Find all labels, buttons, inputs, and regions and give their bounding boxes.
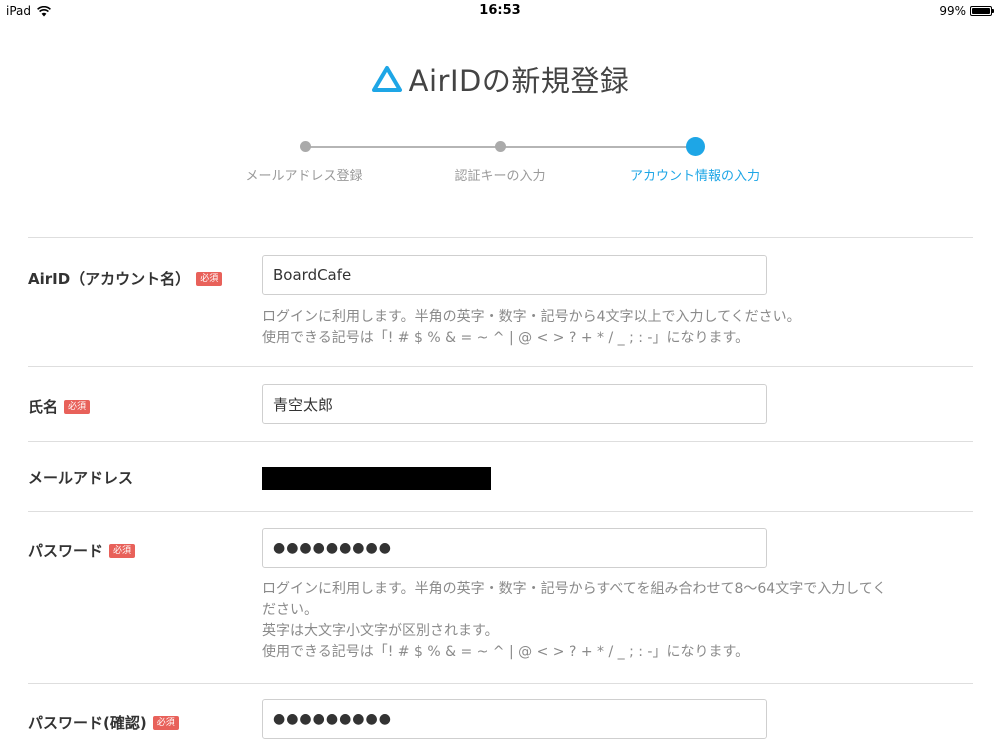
required-badge: 必須 bbox=[152, 715, 179, 730]
form-row-password: パスワード 必須 ●●●●●●●●● ログインに利用します。半角の英字・数字・記… bbox=[28, 511, 973, 683]
triangle-logo-icon bbox=[371, 66, 402, 92]
airid-label: AirID（アカウント名） 必須 bbox=[28, 268, 223, 289]
battery-level bbox=[972, 8, 990, 14]
airid-hint-line-1: ログインに利用します。半角の英字・数字・記号から4文字以上で入力してください。 bbox=[262, 309, 801, 325]
password-hint-line-4: 使用できる記号は「! # $ % & = ~ ^ | @ < > ? + * /… bbox=[262, 644, 750, 660]
page-title: AirIDの新規登録 bbox=[0, 58, 1000, 100]
form-row-email: メールアドレス bbox=[28, 441, 973, 511]
status-bar-right: 99% bbox=[939, 4, 994, 18]
name-label-text: 氏名 bbox=[28, 398, 59, 416]
password-hint-line-2: ださい。 bbox=[262, 602, 318, 618]
status-bar: iPad 16:53 99% bbox=[0, 0, 1000, 22]
battery-percent: 99% bbox=[939, 4, 966, 18]
stepper-line-2 bbox=[501, 146, 696, 148]
step-label-email: メールアドレス登録 bbox=[245, 169, 363, 184]
email-label: メールアドレス bbox=[28, 467, 133, 488]
step-dot-email bbox=[300, 141, 311, 152]
battery-icon bbox=[970, 6, 994, 16]
password-hint: ログインに利用します。半角の英字・数字・記号からすべてを組み合わせて8〜64文字… bbox=[262, 579, 967, 663]
page-title-text: AirIDの新規登録 bbox=[408, 64, 630, 98]
password-label-text: パスワード bbox=[28, 542, 104, 560]
airid-label-text: AirID（アカウント名） bbox=[28, 270, 191, 288]
stepper-line-1 bbox=[305, 146, 501, 148]
password-confirm-label: パスワード(確認) 必須 bbox=[28, 712, 179, 733]
required-badge: 必須 bbox=[109, 543, 136, 558]
name-label: 氏名 必須 bbox=[28, 396, 91, 417]
password-hint-line-3: 英字は大文字小文字が区別されます。 bbox=[262, 623, 499, 639]
password-input[interactable]: ●●●●●●●●● bbox=[262, 528, 767, 568]
step-dot-auth-key bbox=[495, 141, 506, 152]
airid-input[interactable]: BoardCafe bbox=[262, 255, 767, 295]
email-label-text: メールアドレス bbox=[28, 469, 134, 487]
password-confirm-input[interactable]: ●●●●●●●●● bbox=[262, 699, 767, 739]
email-value-redacted bbox=[262, 467, 491, 490]
password-label: パスワード 必須 bbox=[28, 540, 136, 561]
step-label-account-info: アカウント情報の入力 bbox=[629, 169, 761, 184]
password-hint-line-1: ログインに利用します。半角の英字・数字・記号からすべてを組み合わせて8〜64文字… bbox=[262, 581, 887, 597]
status-bar-time: 16:53 bbox=[479, 3, 521, 18]
form-row-password-confirm: パスワード(確認) 必須 ●●●●●●●●● bbox=[28, 683, 973, 754]
required-badge: 必須 bbox=[196, 271, 223, 286]
step-label-auth-key: 認証キーの入力 bbox=[454, 169, 546, 184]
form-row-name: 氏名 必須 青空太郎 bbox=[28, 366, 973, 441]
airid-hint: ログインに利用します。半角の英字・数字・記号から4文字以上で入力してください。 … bbox=[262, 307, 967, 349]
name-input[interactable]: 青空太郎 bbox=[262, 384, 767, 424]
progress-stepper: メールアドレス登録 認証キーの入力 アカウント情報の入力 bbox=[0, 136, 1000, 196]
required-badge: 必須 bbox=[64, 399, 91, 414]
form-row-airid: AirID（アカウント名） 必須 BoardCafe ログインに利用します。半角… bbox=[28, 237, 973, 366]
password-confirm-label-text: パスワード(確認) bbox=[28, 714, 147, 732]
airid-hint-line-2: 使用できる記号は「! # $ % & = ~ ^ | @ < > ? + * /… bbox=[262, 330, 750, 346]
step-dot-account-info bbox=[686, 137, 705, 156]
account-form: AirID（アカウント名） 必須 BoardCafe ログインに利用します。半角… bbox=[28, 237, 973, 754]
